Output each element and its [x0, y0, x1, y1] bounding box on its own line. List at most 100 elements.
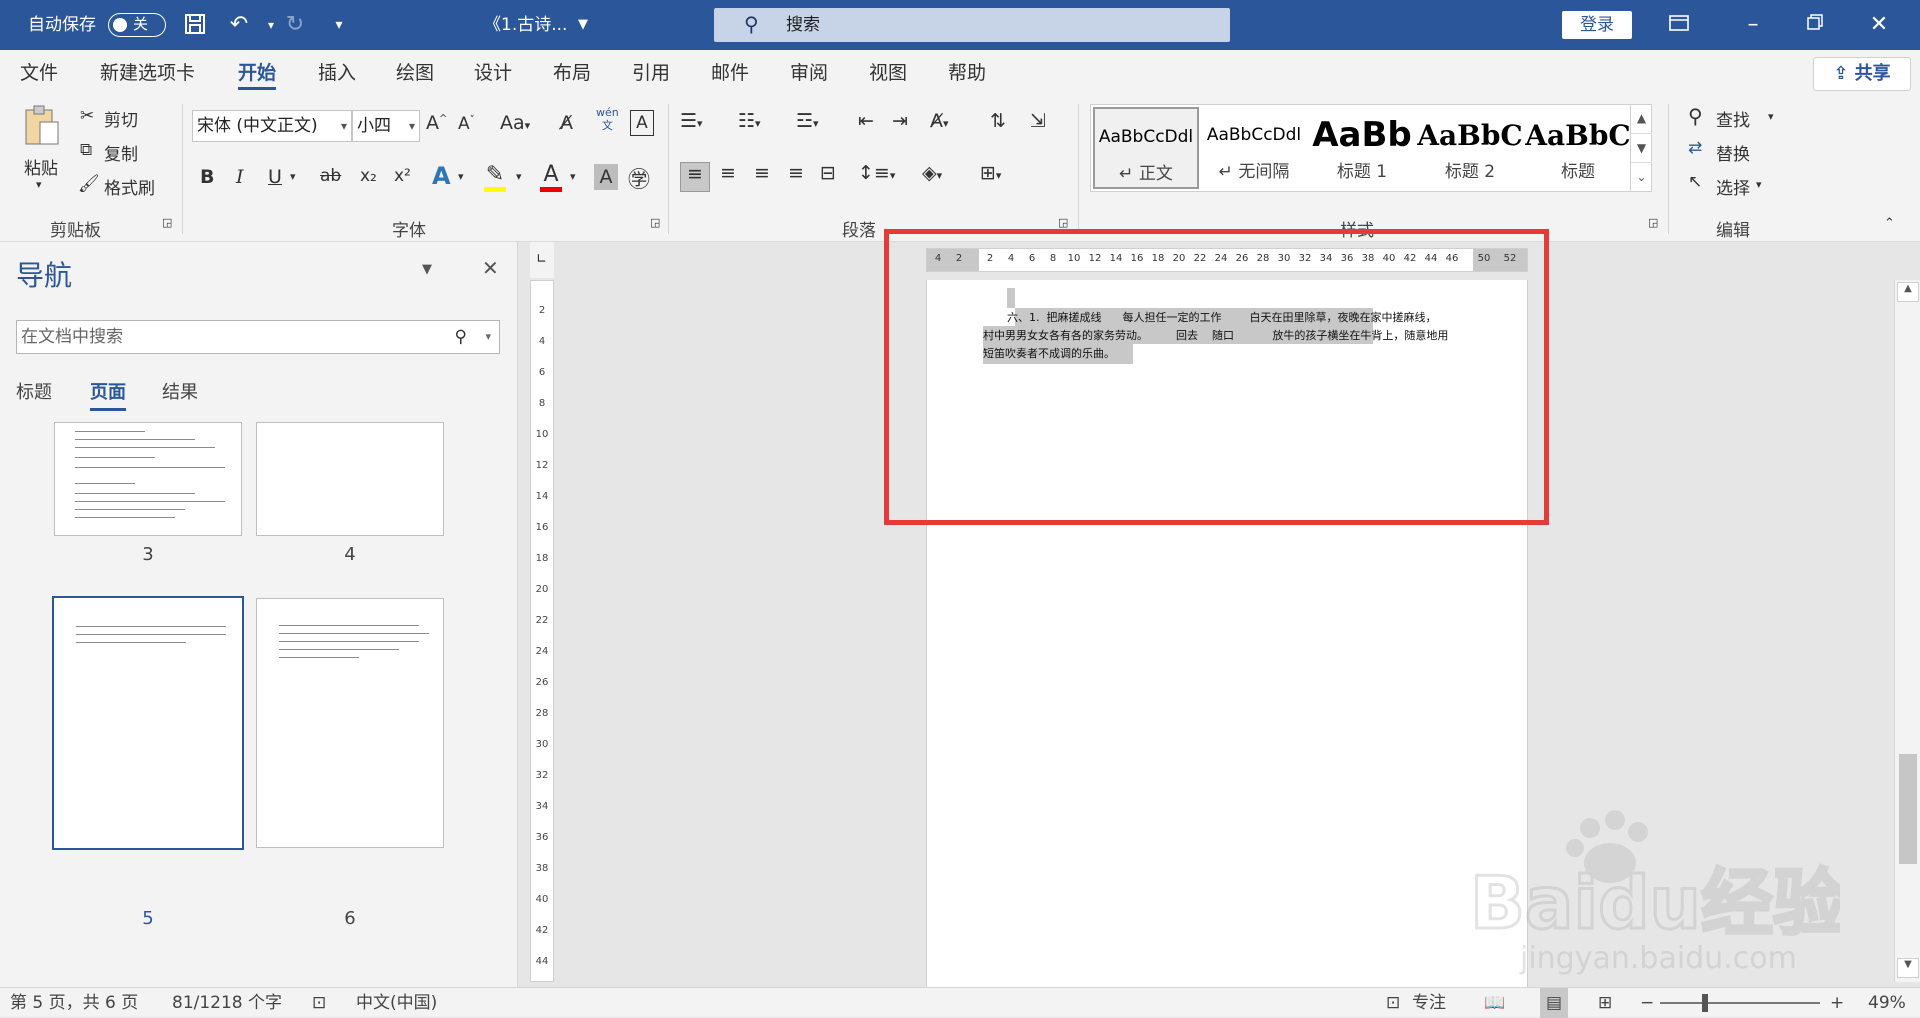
- multilevel-list-icon[interactable]: ☲▾: [796, 110, 819, 132]
- grow-font-icon[interactable]: A^: [426, 112, 447, 134]
- style-title[interactable]: AaBbC 标题: [1525, 107, 1631, 189]
- zoom-level[interactable]: 49%: [1868, 988, 1906, 1018]
- text-direction-icon[interactable]: Ⱥ▾: [930, 110, 949, 132]
- vertical-ruler[interactable]: 2 4 6 8 10 12 14 16 18 20 22 24 26 28 30 32 34 36 38 40 42 44: [530, 280, 554, 982]
- redo-icon[interactable]: ↻: [282, 12, 308, 38]
- decrease-indent-icon[interactable]: ⇤: [858, 110, 874, 132]
- align-right-icon[interactable]: ≡: [754, 162, 770, 184]
- print-layout-icon[interactable]: ▤: [1540, 988, 1569, 1018]
- status-page[interactable]: 第 5 页，共 6 页: [10, 988, 138, 1018]
- font-size-select[interactable]: 小四 ▾: [352, 110, 420, 142]
- styles-launcher-icon[interactable]: ◲: [1648, 216, 1658, 229]
- superscript-button[interactable]: x²: [394, 166, 411, 186]
- nav-tab-headings[interactable]: 标题: [16, 378, 52, 404]
- shrink-font-icon[interactable]: A˅: [458, 114, 475, 134]
- char-border-icon[interactable]: A: [630, 110, 654, 136]
- search-box[interactable]: ⚲ 搜索: [714, 8, 1230, 42]
- style-normal[interactable]: AaBbCcDdl ↵ 正文: [1093, 107, 1199, 189]
- minimize-icon[interactable]: –: [1740, 12, 1766, 38]
- page-thumbnail[interactable]: [54, 422, 242, 536]
- font-name-select[interactable]: 宋体 (中文正文) ▾: [192, 110, 352, 142]
- clear-formatting-icon[interactable]: A̸: [560, 112, 573, 134]
- replace-icon[interactable]: ⇄: [1688, 138, 1702, 158]
- select-label[interactable]: 选择: [1716, 174, 1750, 199]
- underline-button[interactable]: U: [268, 166, 282, 188]
- restore-icon[interactable]: [1802, 12, 1828, 38]
- style-heading-2[interactable]: AaBbC 标题 2: [1417, 107, 1523, 189]
- scroll-thumb[interactable]: [1899, 754, 1917, 864]
- show-marks-icon[interactable]: ⇲: [1030, 110, 1046, 132]
- tab-layout[interactable]: 布局: [553, 50, 591, 96]
- close-icon[interactable]: ✕: [1866, 12, 1892, 38]
- styles-scroll[interactable]: ▲ ▼ ⌄: [1630, 104, 1652, 192]
- paste-dropdown-icon[interactable]: ▾: [36, 178, 42, 191]
- focus-icon[interactable]: ⊡: [1386, 988, 1400, 1018]
- underline-dropdown-icon[interactable]: ▾: [290, 170, 296, 183]
- nav-options-icon[interactable]: ▼: [422, 262, 432, 277]
- format-painter-icon[interactable]: 🖌: [78, 174, 100, 194]
- zoom-slider[interactable]: [1660, 1002, 1820, 1004]
- char-shading-icon[interactable]: A: [594, 164, 618, 190]
- clipboard-launcher-icon[interactable]: ◲: [162, 216, 172, 229]
- undo-dropdown-icon[interactable]: ▾: [258, 12, 284, 38]
- highlight-dropdown-icon[interactable]: ▾: [516, 170, 522, 183]
- ribbon-display-icon[interactable]: [1666, 12, 1692, 38]
- format-painter-label[interactable]: 格式刷: [104, 174, 155, 199]
- customize-qat-icon[interactable]: ▾: [326, 12, 352, 38]
- replace-label[interactable]: 替换: [1716, 140, 1750, 165]
- sort-icon[interactable]: ⇅: [990, 110, 1006, 132]
- page-thumbnail[interactable]: [256, 422, 444, 536]
- tab-home[interactable]: 开始: [238, 50, 277, 96]
- status-language[interactable]: 中文(中国): [356, 988, 437, 1018]
- style-no-spacing[interactable]: AaBbCcDdl ↵ 无间隔: [1201, 107, 1307, 189]
- justify-icon[interactable]: ≡: [788, 162, 804, 184]
- shading-icon[interactable]: ◈▾: [922, 162, 942, 184]
- select-dropdown-icon[interactable]: ▾: [1756, 178, 1762, 191]
- document-title[interactable]: 《1.古诗...: [484, 0, 567, 50]
- copy-icon[interactable]: ⧉: [80, 140, 92, 160]
- text-effects-dropdown-icon[interactable]: ▾: [458, 170, 464, 183]
- distributed-icon[interactable]: ⊟: [820, 162, 836, 184]
- paragraph-launcher-icon[interactable]: ◲: [1058, 216, 1068, 229]
- paste-label[interactable]: 粘贴: [24, 154, 58, 179]
- tab-design[interactable]: 设计: [474, 50, 512, 96]
- style-heading-1[interactable]: AaBb 标题 1: [1309, 107, 1415, 189]
- focus-label[interactable]: 专注: [1412, 988, 1446, 1018]
- align-left-icon[interactable]: ≡: [680, 162, 710, 192]
- enclose-char-icon[interactable]: ㊫: [628, 162, 650, 194]
- phonetic-guide-icon[interactable]: wén 文: [596, 106, 619, 132]
- read-mode-icon[interactable]: 📖: [1484, 988, 1505, 1018]
- search-icon[interactable]: ⚲: [455, 321, 467, 353]
- cut-label[interactable]: 剪切: [104, 106, 138, 131]
- tab-review[interactable]: 审阅: [790, 50, 828, 96]
- bullets-icon[interactable]: ☰▾: [680, 110, 703, 132]
- web-layout-icon[interactable]: ⊞: [1598, 988, 1612, 1018]
- strikethrough-button[interactable]: ab: [320, 166, 341, 186]
- change-case-icon[interactable]: Aa▾: [500, 112, 530, 134]
- font-color-icon[interactable]: A: [540, 162, 562, 192]
- tab-help[interactable]: 帮助: [948, 50, 986, 96]
- scroll-down-icon[interactable]: ▼: [1897, 958, 1919, 978]
- tab-insert[interactable]: 插入: [318, 50, 356, 96]
- chevron-down-icon[interactable]: ▼: [1631, 133, 1652, 162]
- line-spacing-icon[interactable]: ↕≡▾: [858, 162, 895, 184]
- nav-close-icon[interactable]: ✕: [482, 256, 499, 280]
- find-label[interactable]: 查找: [1716, 106, 1750, 131]
- more-styles-icon[interactable]: ⌄: [1631, 162, 1652, 190]
- numbering-icon[interactable]: ☷▾: [738, 110, 761, 132]
- select-icon[interactable]: ↖: [1688, 172, 1702, 192]
- copy-label[interactable]: 复制: [104, 140, 138, 165]
- align-center-icon[interactable]: ≡: [720, 162, 736, 184]
- share-button[interactable]: ⇪ 共享: [1813, 57, 1911, 91]
- tab-selector[interactable]: ∟: [530, 242, 554, 278]
- find-dropdown-icon[interactable]: ▾: [1768, 110, 1774, 123]
- font-color-dropdown-icon[interactable]: ▾: [570, 170, 576, 183]
- title-dropdown-icon[interactable]: ▼: [578, 0, 588, 50]
- login-button[interactable]: 登录: [1562, 11, 1632, 39]
- borders-icon[interactable]: ⊞▾: [980, 162, 1001, 184]
- scroll-up-icon[interactable]: ▲: [1897, 282, 1919, 302]
- nav-search-input[interactable]: 在文档中搜索 ⚲ ▾: [16, 320, 500, 354]
- bold-button[interactable]: B: [200, 166, 214, 188]
- tab-new-tab[interactable]: 新建选项卡: [100, 50, 195, 96]
- tab-references[interactable]: 引用: [632, 50, 670, 96]
